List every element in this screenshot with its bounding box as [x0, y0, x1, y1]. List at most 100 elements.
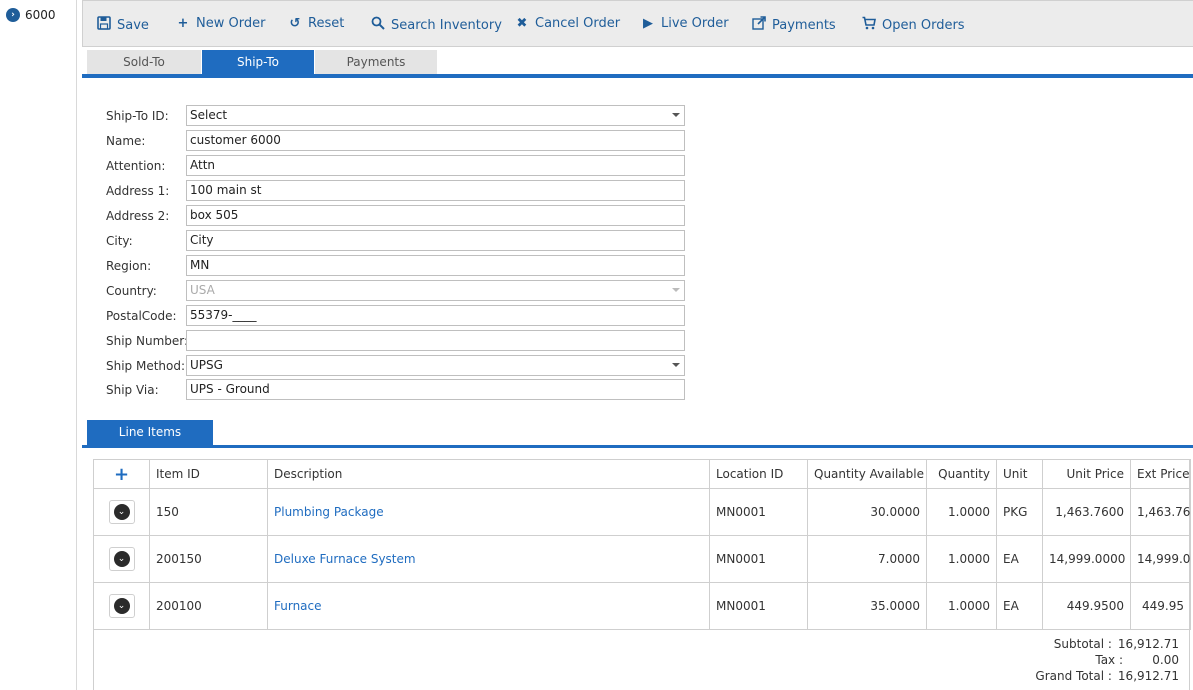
unit-cell: EA: [996, 582, 1043, 630]
description-cell: Plumbing Package: [267, 488, 710, 536]
country-select: USA: [186, 280, 685, 301]
city-row: City: City: [106, 230, 685, 252]
chevron-down-icon: [672, 288, 680, 292]
city-field[interactable]: City: [186, 230, 685, 251]
grid-header-row: + Item ID Description Location ID Quanti…: [93, 459, 1191, 489]
ext-price-cell: 1,463.76: [1130, 488, 1191, 536]
quantity-cell[interactable]: 1.0000: [926, 488, 997, 536]
address1-row: Address 1: 100 main st: [106, 180, 685, 202]
expand-row-button[interactable]: ⌄: [108, 547, 135, 571]
ship-method-select[interactable]: UPSG: [186, 355, 685, 376]
close-icon: ✖: [516, 16, 528, 31]
ship-number-label: Ship Number:: [106, 334, 189, 348]
ship-to-id-value: Select: [190, 108, 228, 122]
ext-price-cell: 449.95: [1130, 582, 1191, 630]
ship-number-row: Ship Number:: [106, 330, 685, 352]
tax-label: Tax :: [1095, 653, 1123, 667]
table-row: ⌄ 200150 Deluxe Furnace System MN0001 7.…: [93, 535, 1191, 583]
tab-sold-to[interactable]: Sold-To: [87, 50, 202, 74]
description-cell: Deluxe Furnace System: [267, 535, 710, 583]
expand-cell: ⌄: [93, 535, 150, 583]
expand-row-button[interactable]: ⌄: [108, 594, 135, 618]
cancel-order-button[interactable]: ✖ Cancel Order: [515, 16, 621, 31]
payments-button[interactable]: Payments: [752, 16, 836, 34]
country-row: Country: USA: [106, 280, 685, 302]
live-order-button[interactable]: ▶ Live Order: [641, 16, 729, 31]
col-location-id[interactable]: Location ID: [709, 459, 808, 489]
country-label: Country:: [106, 284, 157, 298]
tab-ship-to[interactable]: Ship-To: [202, 50, 315, 74]
address2-field[interactable]: box 505: [186, 205, 685, 226]
region-field[interactable]: MN: [186, 255, 685, 276]
item-id-cell: 200100: [149, 582, 268, 630]
open-orders-label: Open Orders: [882, 17, 965, 33]
tab-payments[interactable]: Payments: [315, 50, 438, 74]
live-order-label: Live Order: [661, 16, 729, 31]
location-id-cell: MN0001: [709, 488, 808, 536]
save-label: Save: [117, 17, 149, 33]
region-label: Region:: [106, 259, 152, 273]
ship-method-label: Ship Method:: [106, 359, 186, 373]
open-orders-button[interactable]: Open Orders: [862, 16, 965, 34]
description-link[interactable]: Furnace: [274, 599, 322, 613]
cart-icon: [862, 16, 876, 34]
address-tabs: Sold-To Ship-To Payments: [87, 50, 438, 74]
postal-code-row: PostalCode: 55379-____: [106, 305, 685, 327]
address1-field[interactable]: 100 main st: [186, 180, 685, 201]
country-value: USA: [190, 283, 215, 297]
customer-node-label: 6000: [25, 8, 56, 22]
ship-via-field[interactable]: UPS - Ground: [186, 379, 685, 400]
col-item-id[interactable]: Item ID: [149, 459, 268, 489]
qty-available-cell: 30.0000: [807, 488, 927, 536]
new-order-label: New Order: [196, 16, 266, 31]
expand-row-button[interactable]: ⌄: [108, 500, 135, 524]
new-order-button[interactable]: + New Order: [176, 16, 266, 31]
ship-number-field[interactable]: [186, 330, 685, 351]
unit-price-cell[interactable]: 1,463.7600: [1042, 488, 1131, 536]
postal-code-field[interactable]: 55379-____: [186, 305, 685, 326]
ship-to-id-select[interactable]: Select: [186, 105, 685, 126]
col-unit[interactable]: Unit: [996, 459, 1043, 489]
description-link[interactable]: Plumbing Package: [274, 505, 384, 519]
search-inventory-button[interactable]: Search Inventory: [371, 16, 502, 34]
customer-node[interactable]: › 6000: [6, 8, 56, 22]
address2-row: Address 2: box 505: [106, 205, 685, 227]
col-unit-price[interactable]: Unit Price: [1042, 459, 1131, 489]
unit-price-cell[interactable]: 14,999.0000: [1042, 535, 1131, 583]
undo-icon: ↺: [289, 16, 301, 31]
chevron-right-icon[interactable]: ›: [6, 8, 20, 22]
quantity-cell[interactable]: 1.0000: [926, 582, 997, 630]
subtotal-row: Subtotal : 16,912.71: [1032, 636, 1179, 652]
col-quantity[interactable]: Quantity: [926, 459, 997, 489]
expand-cell: ⌄: [93, 488, 150, 536]
name-field[interactable]: customer 6000: [186, 130, 685, 151]
ship-via-row: Ship Via: UPS - Ground: [106, 379, 685, 401]
description-link[interactable]: Deluxe Furnace System: [274, 552, 416, 566]
quantity-cell[interactable]: 1.0000: [926, 535, 997, 583]
play-icon: ▶: [643, 16, 653, 31]
ext-price-cell: 14,999.00: [1130, 535, 1191, 583]
item-id-cell: 150: [149, 488, 268, 536]
postal-code-label: PostalCode:: [106, 309, 177, 323]
grand-total-label: Grand Total :: [1035, 669, 1112, 683]
unit-price-cell[interactable]: 449.9500: [1042, 582, 1131, 630]
search-inventory-label: Search Inventory: [391, 17, 502, 33]
save-button[interactable]: Save: [97, 16, 149, 34]
name-label: Name:: [106, 134, 146, 148]
chevron-down-icon: ⌄: [113, 504, 130, 520]
col-description[interactable]: Description: [267, 459, 710, 489]
tab-divider: [82, 74, 1193, 78]
add-line-icon[interactable]: +: [100, 464, 143, 485]
tax-row: Tax : 0.00: [1032, 652, 1179, 668]
address1-label: Address 1:: [106, 184, 170, 198]
save-icon: [97, 16, 111, 34]
col-ext-price[interactable]: Ext Price: [1130, 459, 1191, 489]
subtotal-value: 16,912.71: [1117, 637, 1179, 651]
tab-line-items[interactable]: Line Items: [87, 420, 213, 445]
search-icon: [371, 16, 385, 34]
chevron-down-icon: ⌄: [113, 598, 130, 614]
col-qty-available[interactable]: Quantity Available: [807, 459, 927, 489]
reset-button[interactable]: ↺ Reset: [288, 16, 345, 31]
attention-field[interactable]: Attn: [186, 155, 685, 176]
qty-available-cell: 35.0000: [807, 582, 927, 630]
